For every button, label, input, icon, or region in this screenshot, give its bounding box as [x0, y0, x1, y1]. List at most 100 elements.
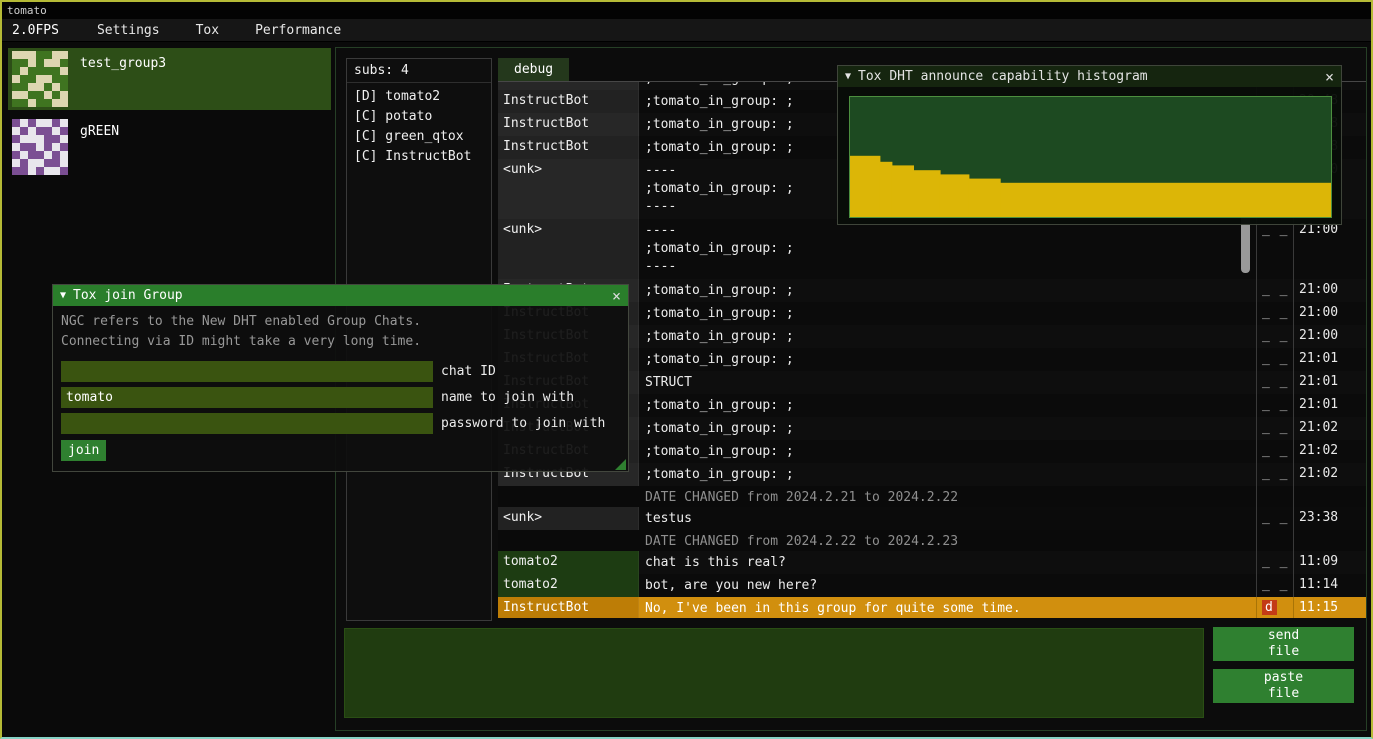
message-row[interactable]: tomato2bot, are you new here?_ _11:14 [498, 574, 1366, 597]
join-window-body: NGC refers to the New DHT enabled Group … [53, 306, 628, 472]
message-flags: _ _ [1256, 371, 1293, 394]
message-time: 11:15 [1293, 597, 1366, 618]
message-text: ;tomato_in_group: ; [639, 279, 1256, 302]
message-sender: InstructBot [498, 82, 639, 90]
message-text: ;tomato_in_group: ; [639, 463, 1256, 486]
menubar: 2.0FPS Settings Tox Performance [2, 19, 1371, 42]
message-flags: _ _ [1256, 325, 1293, 348]
message-time: 23:38 [1293, 507, 1366, 530]
message-sender: InstructBot [498, 90, 639, 113]
message-text: testus [639, 507, 1256, 530]
message-sender: <unk> [498, 219, 639, 279]
chat-id-input[interactable] [61, 361, 433, 382]
subs-list: [D] tomato2[C] potato[C] green_qtox[C] I… [347, 83, 491, 167]
message-text: ---- ;tomato_in_group: ; ---- [639, 219, 1256, 279]
paste-file-button[interactable]: paste file [1213, 669, 1354, 703]
message-flags: d [1256, 597, 1293, 618]
message-row[interactable]: DATE CHANGED from 2024.2.21 to 2024.2.22 [498, 486, 1366, 507]
member-item[interactable]: [C] green_qtox [347, 127, 491, 147]
histogram-plot[interactable] [849, 96, 1332, 218]
message-flags: _ _ [1256, 440, 1293, 463]
delivered-flag: d [1262, 600, 1277, 615]
message-text: No, I've been in this group for quite so… [639, 597, 1256, 618]
menu-performance[interactable]: Performance [241, 23, 355, 38]
join-name-label: name to join with [441, 390, 574, 405]
message-flags [1256, 486, 1293, 507]
member-item[interactable]: [D] tomato2 [347, 87, 491, 107]
window-title: tomato [7, 4, 47, 17]
close-icon[interactable]: × [612, 287, 621, 305]
message-text: ;tomato_in_group: ; [639, 302, 1256, 325]
message-time: 11:09 [1293, 551, 1366, 574]
message-sender [498, 530, 639, 551]
message-row[interactable]: <unk>testus_ _23:38 [498, 507, 1366, 530]
message-text: STRUCT [639, 371, 1256, 394]
menu-tox[interactable]: Tox [182, 23, 233, 38]
message-flags [1256, 530, 1293, 551]
tab-debug[interactable]: debug [498, 58, 569, 81]
sidebar-group-item[interactable]: gREEN [8, 116, 331, 178]
menu-settings[interactable]: Settings [83, 23, 174, 38]
send-file-label-line1: send [1268, 628, 1299, 644]
chat-id-label: chat ID [441, 364, 496, 379]
message-flags: _ _ [1256, 394, 1293, 417]
message-text: ;tomato_in_group: ; [639, 440, 1256, 463]
message-sender: <unk> [498, 507, 639, 530]
join-group-window: ▼ Tox join Group × NGC refers to the New… [52, 284, 629, 472]
member-item[interactable]: [C] potato [347, 107, 491, 127]
message-time: 21:00 [1293, 302, 1366, 325]
message-time: 21:01 [1293, 371, 1366, 394]
message-text: bot, are you new here? [639, 574, 1256, 597]
sidebar-group-item[interactable]: test_group3 [8, 48, 331, 110]
group-avatar [12, 119, 68, 175]
histogram-window-titlebar[interactable]: ▼ Tox DHT announce capability histogram … [838, 66, 1341, 87]
message-row[interactable]: tomato2chat is this real?_ _11:09 [498, 551, 1366, 574]
join-info-line1: NGC refers to the New DHT enabled Group … [61, 312, 620, 332]
message-flags: _ _ [1256, 417, 1293, 440]
message-flags: _ _ [1256, 302, 1293, 325]
send-file-button[interactable]: send file [1213, 627, 1354, 661]
message-sender: InstructBot [498, 113, 639, 136]
message-sender: InstructBot [498, 597, 639, 618]
histogram-window: ▼ Tox DHT announce capability histogram … [837, 65, 1342, 225]
message-flags: _ _ [1256, 219, 1293, 279]
collapse-icon[interactable]: ▼ [60, 290, 66, 301]
message-row[interactable]: DATE CHANGED from 2024.2.22 to 2024.2.23 [498, 530, 1366, 551]
message-flags: _ _ [1256, 463, 1293, 486]
join-info-line2: Connecting via ID might take a very long… [61, 332, 620, 352]
message-sender [498, 486, 639, 507]
histogram-chart [850, 97, 1331, 217]
message-text: ;tomato_in_group: ; [639, 394, 1256, 417]
group-name: test_group3 [80, 56, 166, 107]
group-avatar [12, 51, 68, 107]
chat-input[interactable] [344, 628, 1204, 718]
subs-count: subs: 4 [347, 59, 491, 83]
message-flags: _ _ [1256, 551, 1293, 574]
join-name-input[interactable] [61, 387, 433, 408]
histogram-window-title: Tox DHT announce capability histogram [858, 69, 1148, 84]
message-sender: InstructBot [498, 136, 639, 159]
message-sender: tomato2 [498, 574, 639, 597]
titlebar[interactable]: tomato [2, 2, 1371, 19]
member-item[interactable]: [C] InstructBot [347, 147, 491, 167]
message-time: 21:00 [1293, 325, 1366, 348]
message-text: ;tomato_in_group: ; [639, 417, 1256, 440]
resize-grip[interactable] [615, 459, 626, 470]
app-window: tomato 2.0FPS Settings Tox Performance t… [0, 0, 1373, 739]
message-time: 21:00 [1293, 219, 1366, 279]
message-flags: _ _ [1256, 507, 1293, 530]
group-name: gREEN [80, 124, 119, 175]
message-row[interactable]: InstructBotNo, I've been in this group f… [498, 597, 1366, 618]
message-row[interactable]: <unk>---- ;tomato_in_group: ; ----_ _21:… [498, 219, 1366, 279]
message-text: chat is this real? [639, 551, 1256, 574]
message-time: 21:02 [1293, 440, 1366, 463]
join-password-input[interactable] [61, 413, 433, 434]
join-window-title: Tox join Group [73, 288, 183, 303]
message-flags: _ _ [1256, 279, 1293, 302]
join-window-titlebar[interactable]: ▼ Tox join Group × [53, 285, 628, 306]
paste-file-label-line1: paste [1264, 670, 1303, 686]
join-button[interactable]: join [61, 440, 106, 461]
collapse-icon[interactable]: ▼ [845, 71, 851, 82]
message-sender: tomato2 [498, 551, 639, 574]
close-icon[interactable]: × [1325, 68, 1334, 86]
